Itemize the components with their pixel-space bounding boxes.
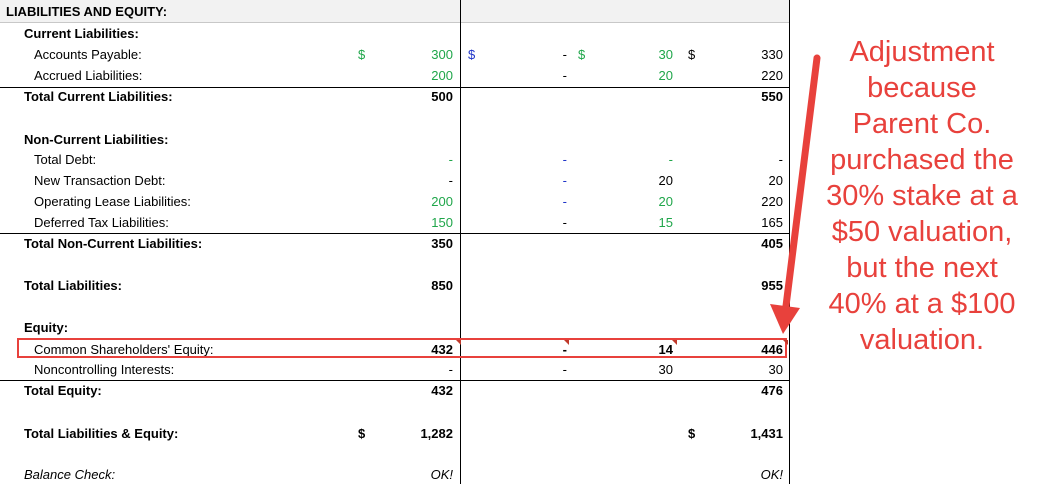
cell-value-col2: - [562, 152, 567, 167]
cell-value-col3: - [668, 152, 673, 167]
cell-value-col3: 20 [658, 68, 673, 83]
row-label: Total Equity: [24, 383, 102, 398]
row-label: Total Current Liabilities: [24, 89, 173, 104]
annotation-line: purchased the [830, 144, 1014, 176]
section-title: LIABILITIES AND EQUITY: [6, 4, 168, 19]
cell-value-col1: - [448, 152, 453, 167]
row-label: Operating Lease Liabilities: [34, 194, 191, 209]
cell-value-col1: 850 [431, 278, 453, 293]
row-label: Balance Check: [24, 467, 116, 482]
cell-value-col4: 220 [761, 68, 783, 83]
cell-value-col1: 200 [431, 68, 453, 83]
column-divider-left [460, 0, 461, 484]
cell-value-col1: - [448, 362, 453, 377]
column-divider-right [789, 0, 790, 484]
row-label: Total Non-Current Liabilities: [24, 236, 203, 251]
cell-value-col4: 30 [768, 362, 783, 377]
cell-value-col1: OK! [430, 467, 453, 482]
annotation-line: 30% stake at a [826, 180, 1018, 212]
cell-value-col4: 405 [761, 236, 783, 251]
row-label: Current Liabilities: [24, 26, 139, 41]
annotation-line: because [867, 72, 977, 104]
cell-value-col4: 20 [768, 173, 783, 188]
row-label: Deferred Tax Liabilities: [34, 215, 169, 230]
cell-value-col2: - [562, 68, 567, 83]
cell-value-col1: 350 [431, 236, 453, 251]
cell-value-col4: OK! [760, 467, 783, 482]
cell-value-col2: - [562, 173, 567, 188]
annotation-text: Adjustment because Parent Co. purchased the… [808, 34, 1036, 358]
comment-marker [783, 340, 788, 345]
comment-marker [672, 340, 677, 345]
cell-value-col4: 955 [761, 278, 783, 293]
cell-value-col3: 30 [658, 47, 673, 62]
comment-marker [456, 340, 461, 345]
row-label: New Transaction Debt: [34, 173, 166, 188]
underline-equity [0, 380, 790, 381]
row-label: Total Liabilities: [24, 278, 122, 293]
cell-value-col1: 200 [431, 194, 453, 209]
cell-value-col4: 1,431 [750, 426, 783, 441]
cell-value-col1: 150 [431, 215, 453, 230]
underline-current-liabilities [0, 87, 790, 88]
cell-value-col4: 476 [761, 383, 783, 398]
annotation-line: Parent Co. [852, 108, 992, 140]
cell-value-col1: 500 [431, 89, 453, 104]
cell-value-col3: 20 [658, 173, 673, 188]
cell-value-col2: - [562, 47, 567, 62]
cell-value-col4: 550 [761, 89, 783, 104]
cell-value-col1: 432 [431, 383, 453, 398]
annotation-line: valuation. [859, 324, 985, 356]
cell-value-col1: 1,282 [420, 426, 453, 441]
annotation-line: but the next [846, 252, 998, 284]
annotation-line: Adjustment [849, 36, 995, 68]
cell-value-col1: - [448, 173, 453, 188]
cell-value-col3: 30 [658, 362, 673, 377]
comment-marker [564, 340, 569, 345]
row-label: Accrued Liabilities: [34, 68, 143, 83]
cell-value-col4: 330 [761, 47, 783, 62]
balance-sheet: LIABILITIES AND EQUITY: Current Liabilit… [0, 0, 790, 484]
annotation-line: $50 valuation, [831, 216, 1013, 248]
row-label: Total Liabilities & Equity: [24, 426, 179, 441]
cell-value-col4: 220 [761, 194, 783, 209]
row-label: Noncontrolling Interests: [34, 362, 175, 377]
annotation-line: 40% at a $100 [828, 288, 1016, 320]
row-label: Equity: [24, 320, 69, 335]
cell-value-col2: - [562, 194, 567, 209]
cell-value-col1: 300 [431, 47, 453, 62]
cell-value-col3: 20 [658, 194, 673, 209]
row-label: Non-Current Liabilities: [24, 132, 169, 147]
cell-value-col4: 165 [761, 215, 783, 230]
row-label: Total Debt: [34, 152, 97, 167]
row-label: Accounts Payable: [34, 47, 142, 62]
cell-value-col2: - [562, 215, 567, 230]
currency-sign: $ [358, 426, 366, 441]
cell-value-col2: - [562, 362, 567, 377]
underline-noncurrent-liabilities [0, 233, 790, 234]
cell-value-col4: - [778, 152, 783, 167]
currency-sign: $ [358, 47, 366, 62]
cell-value-col3: 15 [658, 215, 673, 230]
